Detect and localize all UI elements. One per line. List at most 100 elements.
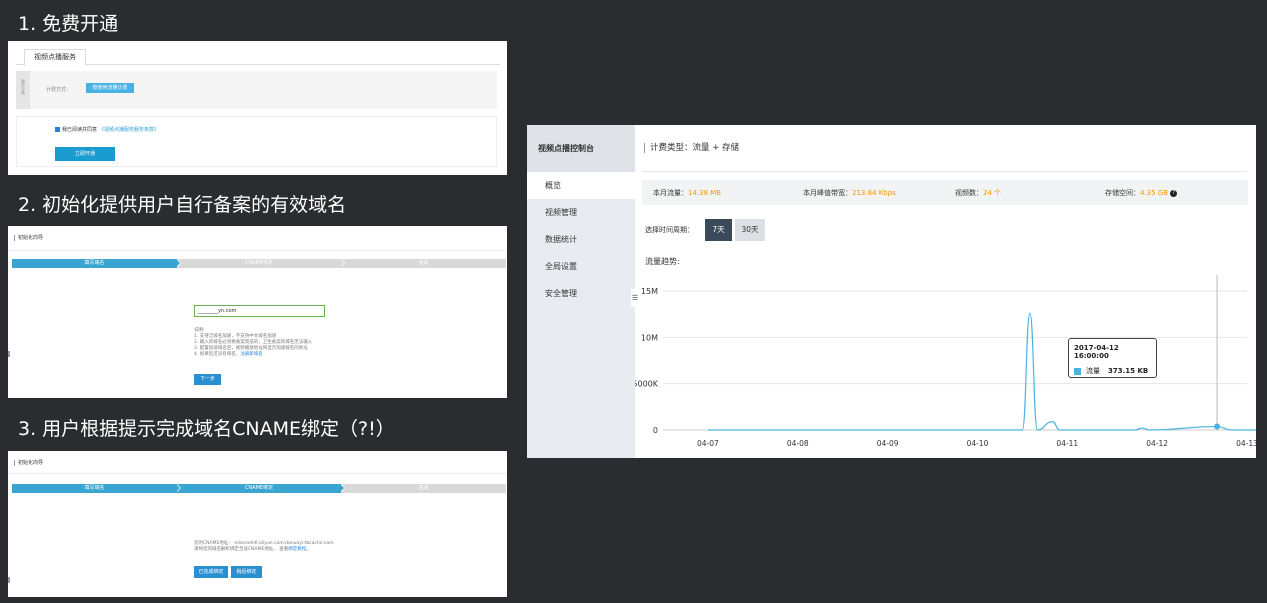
period-7-days-button[interactable]: 7天 [705, 219, 732, 241]
x-tick-label: 04-09 [877, 439, 899, 448]
divider [642, 171, 1247, 172]
wizard-step-label: 完成 [418, 260, 429, 266]
x-tick-label: 04-10 [967, 439, 989, 448]
step-arrow [175, 259, 180, 267]
x-tick-label: 04-08 [787, 439, 809, 448]
stat-value: 4.35 GB [1140, 189, 1169, 197]
next-button[interactable]: 下一步 [194, 374, 221, 385]
activation-panel: 视频点播服务 服务计费 计费方式： 按使用流量计费 我已阅读并同意 《视频点播服… [8, 41, 507, 175]
wizard-steps: 填写域名 CNAME绑定 完成 [12, 484, 507, 493]
section-strip: 服务计费 [16, 71, 30, 109]
billing-by-traffic-button[interactable]: 按使用流量计费 [86, 83, 134, 93]
tooltip-row: 流量 373.15 KB [1074, 366, 1151, 376]
section-strip-label: 服务计费 [21, 79, 26, 95]
step-arrow [175, 484, 180, 492]
wizard-step-label: 填写域名 [84, 260, 105, 266]
cname-instruction-text: 请将您的域名解析绑定至该CNAME地址。 查看 [194, 547, 289, 552]
activate-button[interactable]: 立即开通 [55, 147, 115, 161]
bind-later-button[interactable]: 稍后绑定 [231, 566, 262, 578]
tooltip-value: 373.15 KB [1108, 367, 1149, 375]
tab-bar: 视频点播服务 [16, 47, 500, 66]
wizard-step-label: 填写域名 [84, 485, 105, 491]
chart-tooltip: 2017-04-12 16:00:00 流量 373.15 KB [1068, 338, 1157, 378]
wizard-steps: 填写域名 CNAME绑定 完成 [12, 259, 507, 268]
agree-checkbox[interactable] [55, 127, 60, 132]
stats-bar: 本月流量：14.38 MB 本月峰值带宽：213.84 Kbps 视频数：24 … [642, 180, 1248, 205]
stat-monthly-traffic: 本月流量：14.38 MB [653, 188, 721, 198]
period-label: 选择时间周期： [645, 226, 694, 234]
step-arrow [340, 259, 345, 267]
nav-item-global-settings[interactable]: 全局设置 [527, 253, 635, 280]
wizard-step-done: 完成 [341, 484, 507, 493]
stat-storage: 存储空间：4.35 GB ? [1105, 188, 1178, 198]
terms-link[interactable]: 《视频点播服务服务条款》 [99, 126, 159, 133]
nav-item-security[interactable]: 安全管理 [527, 280, 635, 307]
stat-label: 本月峰值带宽： [803, 189, 852, 197]
help-icon[interactable]: ? [1170, 189, 1178, 197]
tooltip-series: 流量 [1086, 367, 1100, 375]
note-line: 4. 如果您还没有域名，注册新域名 [194, 352, 312, 358]
wizard-step-label: 完成 [418, 485, 429, 491]
step-1-title: 1. 免费开通 [18, 13, 119, 35]
billing-label: 计费方式： [46, 87, 72, 93]
billing-type: 计费类型：流量 + 存储 [644, 141, 739, 153]
nav-item-video-management[interactable]: 视频管理 [527, 199, 635, 226]
binding-tutorial-link[interactable]: 绑定教程。 [288, 547, 311, 552]
overview-main: 计费类型：流量 + 存储 本月流量：14.38 MB 本月峰值带宽：213.84… [635, 125, 1256, 458]
series-line-traffic [707, 312, 1256, 431]
step-2-title: 2. 初始化提供用户自行备案的有效域名 [18, 194, 347, 216]
stat-label: 视频数： [955, 189, 983, 197]
domain-wizard-panel: 初始化向导 填写域名 CNAME绑定 完成 ________yn.com 说明:… [8, 226, 507, 398]
series-swatch [1074, 367, 1081, 375]
domain-notes: 说明: 1. 支持泛域名加速，不支持中文域名加速 2. 输入的域名必须要备案完成… [194, 328, 312, 358]
wizard-step-fill-domain: 填写域名 [12, 259, 181, 268]
divider [8, 473, 507, 474]
stat-value: 14.38 MB [688, 189, 722, 197]
stat-peak-bandwidth: 本月峰值带宽：213.84 Kbps [803, 188, 896, 198]
note-text: 4. 如果您还没有域名， [194, 352, 241, 357]
console-sidebar: 视频点播控制台 概览 视频管理 数据统计 全局设置 安全管理 ☰ [527, 125, 639, 458]
wizard-title: 初始化向导 [14, 234, 43, 241]
nav-item-statistics[interactable]: 数据统计 [527, 226, 635, 253]
y-tick-label: 5000K [635, 380, 659, 389]
scroll-marker [8, 577, 10, 583]
stat-label: 本月流量： [653, 189, 688, 197]
y-tick-label: 10M [641, 333, 658, 342]
x-tick-label: 04-12 [1146, 439, 1168, 448]
traffic-trend-label: 流量趋势: [645, 257, 680, 266]
y-tick-label: 0 [653, 426, 658, 435]
wizard-step-fill-domain: 填写域名 [12, 484, 181, 493]
x-tick-label: 04-13 [1236, 439, 1256, 448]
tooltip-time: 2017-04-12 16:00:00 [1074, 344, 1119, 360]
binding-done-button[interactable]: 已完成绑定 [194, 566, 228, 578]
vod-console: 视频点播控制台 概览 视频管理 数据统计 全局设置 安全管理 ☰ 计费类型：流量… [527, 125, 1256, 458]
agree-text: 我已阅读并同意 [62, 127, 98, 133]
x-tick-label: 04-11 [1056, 439, 1078, 448]
step-arrow [340, 484, 345, 492]
hover-point [1214, 423, 1221, 430]
cname-info: 您的CNAME地址： mloceehl0.aliyun.com.danuoyi.… [194, 541, 334, 553]
cname-wizard-panel: 初始化向导 填写域名 CNAME绑定 完成 您的CNAME地址： mloceeh… [8, 451, 507, 597]
wizard-step-label: CNAME绑定 [244, 260, 274, 266]
register-domain-link[interactable]: 注册新域名 [240, 352, 263, 357]
cname-instruction: 请将您的域名解析绑定至该CNAME地址。 查看绑定教程。 [194, 547, 334, 553]
domain-input[interactable]: ________yn.com [194, 305, 325, 317]
traffic-trend-chart[interactable]: 0 5000K 10M 15M 04-07 04-08 04-09 04-10 04-11 04-… [635, 275, 1256, 458]
stat-value: 24 个 [983, 189, 1002, 197]
period-30-days-button[interactable]: 30天 [735, 219, 765, 241]
wizard-step-done: 完成 [341, 259, 507, 268]
stat-value: 213.84 Kbps [852, 189, 896, 197]
wizard-step-cname: CNAME绑定 [176, 484, 346, 493]
wizard-step-cname: CNAME绑定 [176, 259, 346, 268]
billing-section: 服务计费 计费方式： 按使用流量计费 [16, 71, 497, 109]
stat-video-count: 视频数：24 个 [955, 188, 1001, 198]
console-title: 视频点播控制台 [527, 125, 635, 172]
tab-vod-service[interactable]: 视频点播服务 [24, 49, 86, 66]
y-tick-label: 15M [641, 287, 658, 296]
x-tick-label: 04-07 [697, 439, 719, 448]
nav-item-overview[interactable]: 概览 [527, 172, 635, 199]
agreement-row: 我已阅读并同意 《视频点播服务服务条款》 [55, 126, 159, 133]
wizard-step-label: CNAME绑定 [244, 485, 274, 491]
stat-label: 存储空间： [1105, 189, 1140, 197]
wizard-title: 初始化向导 [14, 459, 43, 466]
